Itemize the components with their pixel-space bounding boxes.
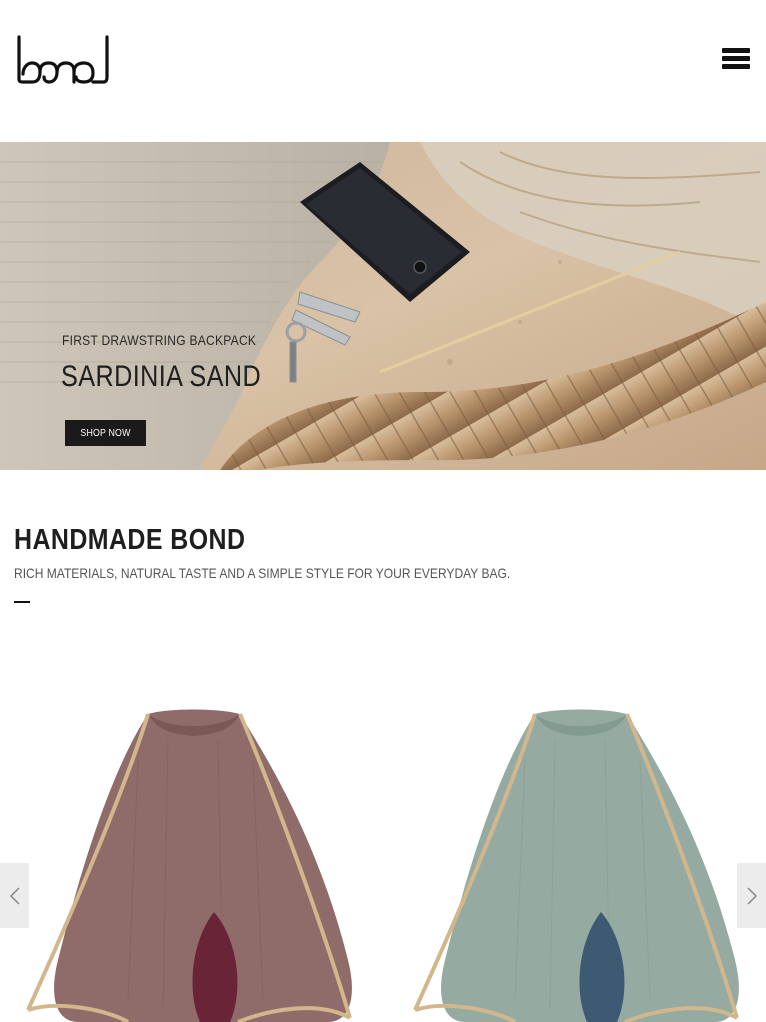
shop-now-button[interactable]: SHOP NOW <box>65 420 146 446</box>
brand-logo[interactable] <box>16 35 110 85</box>
product-card-1[interactable] <box>18 700 368 1022</box>
carousel-next-button[interactable] <box>737 863 766 928</box>
product-image-burgundy-backpack <box>26 709 352 1022</box>
carousel-prev-button[interactable] <box>0 863 29 928</box>
shop-now-label: SHOP NOW <box>80 427 131 439</box>
chevron-right-icon <box>746 886 757 905</box>
hero-title: SARDINIA SAND <box>61 360 262 393</box>
section-subtitle: RICH MATERIALS, NATURAL TASTE AND A SIMP… <box>14 565 511 581</box>
section-title: HANDMADE BOND <box>14 524 246 556</box>
hero-banner[interactable]: FIRST DRAWSTRING BACKPACK SARDINIA SAND … <box>0 142 766 470</box>
chevron-left-icon <box>9 886 20 905</box>
hero-subtitle: FIRST DRAWSTRING BACKPACK <box>62 332 257 348</box>
product-card-2[interactable] <box>405 700 755 1022</box>
section-divider <box>14 601 30 603</box>
hamburger-menu-button[interactable] <box>722 48 750 72</box>
hamburger-icon-bar <box>722 64 750 69</box>
hamburger-icon <box>722 48 750 53</box>
hamburger-icon-bar <box>722 56 750 61</box>
product-image-sage-backpack <box>413 709 739 1022</box>
site-header <box>0 0 766 142</box>
